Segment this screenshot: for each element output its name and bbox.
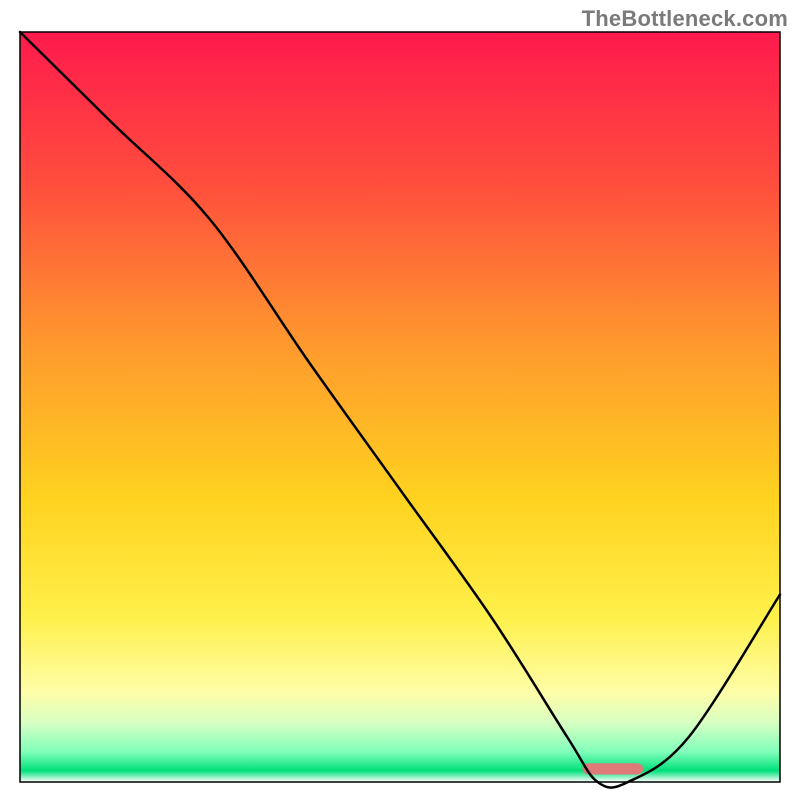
bottleneck-chart [0,0,800,800]
chart-container: TheBottleneck.com [0,0,800,800]
optimal-range-marker [582,763,643,774]
watermark-text: TheBottleneck.com [582,6,788,32]
